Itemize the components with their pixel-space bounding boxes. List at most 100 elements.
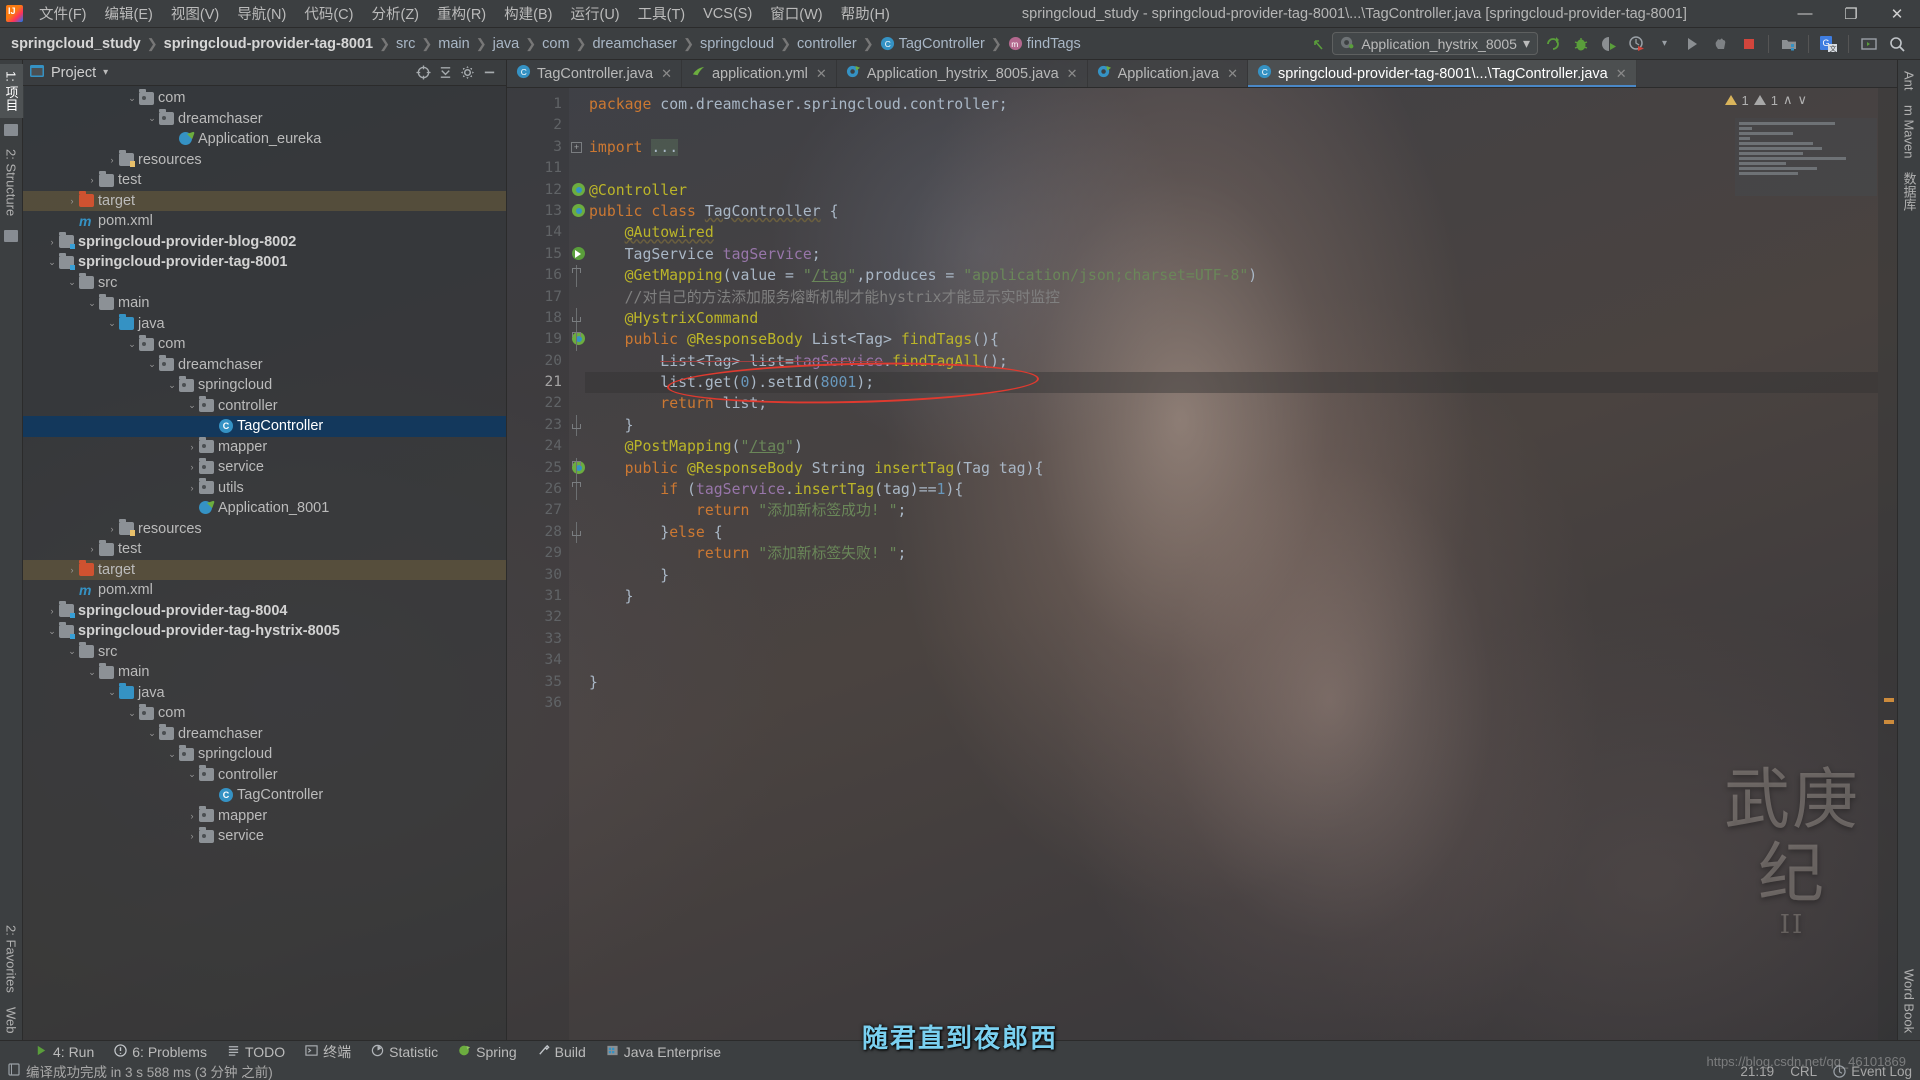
tool-tab-project[interactable]: 1: 项目 (0, 64, 24, 118)
line-number-16[interactable]: 16 (507, 265, 569, 286)
search-icon[interactable] (1883, 30, 1910, 57)
line-number-18[interactable]: 18 (507, 308, 569, 329)
tree-node-controller[interactable]: ⌄controller (23, 396, 506, 417)
tree-expand-arrow[interactable]: › (65, 565, 79, 575)
tree-node-java[interactable]: ⌄java (23, 314, 506, 335)
line-number-25[interactable]: 25 (507, 458, 569, 479)
code-line-31[interactable]: } (585, 586, 1878, 607)
menu-item-5[interactable]: 分析(Z) (362, 0, 428, 27)
coverage-icon[interactable] (1595, 30, 1622, 57)
tree-node-tagcontroller[interactable]: ·CTagController (23, 416, 506, 437)
tree-node-mapper[interactable]: ›mapper (23, 437, 506, 458)
tree-expand-arrow[interactable]: › (185, 831, 199, 841)
tree-node-com[interactable]: ⌄com (23, 334, 506, 355)
code-line-21[interactable]: list.get(0).setId(8001); (585, 372, 1878, 393)
fold-marker-18[interactable] (569, 308, 585, 329)
breadcrumb-item-dreamchaser[interactable]: dreamchaser (589, 34, 680, 54)
line-number-1[interactable]: 1 (507, 94, 569, 115)
tree-node-controller[interactable]: ⌄controller (23, 765, 506, 786)
code-line-19[interactable]: public @ResponseBody List<Tag> findTags(… (585, 329, 1878, 350)
tree-expand-arrow[interactable]: › (65, 196, 79, 206)
line-number-19[interactable]: 19 (507, 329, 569, 350)
tree-expand-arrow[interactable]: ⌄ (65, 277, 79, 288)
fold-marker-22[interactable] (569, 393, 585, 414)
code-line-25[interactable]: public @ResponseBody String insertTag(Ta… (585, 458, 1878, 479)
tree-expand-arrow[interactable]: ⌄ (145, 113, 159, 124)
tree-node-target[interactable]: ›target (23, 560, 506, 581)
tree-node-springcloud[interactable]: ⌄springcloud (23, 744, 506, 765)
tree-node-src[interactable]: ⌄src (23, 273, 506, 294)
code-line-28[interactable]: }else { (585, 522, 1878, 543)
fold-marker-21[interactable] (569, 372, 585, 393)
fold-marker-30[interactable] (569, 565, 585, 586)
run-icon[interactable] (1679, 30, 1706, 57)
fold-marker-36[interactable] (569, 693, 585, 714)
tool-tab-maven[interactable]: m Maven (1899, 98, 1920, 165)
line-number-29[interactable]: 29 (507, 543, 569, 564)
stop-icon[interactable] (1707, 30, 1734, 57)
menu-item-8[interactable]: 运行(U) (561, 0, 628, 27)
code-line-12[interactable]: @Controller (585, 180, 1878, 201)
editor-tab-3[interactable]: Application.java✕ (1088, 60, 1248, 87)
line-number-36[interactable]: 36 (507, 693, 569, 714)
tree-expand-arrow[interactable]: › (185, 442, 199, 452)
fold-region-cap[interactable] (572, 461, 581, 466)
tree-expand-arrow[interactable]: ⌄ (125, 93, 139, 104)
tree-node-dreamchaser[interactable]: ⌄dreamchaser (23, 109, 506, 130)
line-number-gutter[interactable]: 1231112131415161718192021222324252627282… (507, 88, 569, 1040)
tree-expand-arrow[interactable]: ⌄ (125, 339, 139, 350)
menu-item-7[interactable]: 构建(B) (495, 0, 561, 27)
menu-item-6[interactable]: 重构(R) (428, 0, 495, 27)
line-number-21[interactable]: 21 (507, 372, 569, 393)
line-number-20[interactable]: 20 (507, 351, 569, 372)
line-number-15[interactable]: 15 (507, 244, 569, 265)
fold-marker-12[interactable] (569, 180, 585, 201)
line-number-22[interactable]: 22 (507, 393, 569, 414)
line-number-13[interactable]: 13 (507, 201, 569, 222)
tree-node-com[interactable]: ⌄com (23, 703, 506, 724)
tree-node-service[interactable]: ›service (23, 457, 506, 478)
fold-marker-33[interactable] (569, 629, 585, 650)
tree-node-service[interactable]: ›service (23, 826, 506, 847)
fold-marker-19[interactable] (569, 329, 585, 350)
fold-marker-32[interactable] (569, 607, 585, 628)
editor-tab-0[interactable]: CTagController.java✕ (507, 60, 682, 87)
breadcrumb-item-com[interactable]: com (539, 34, 572, 54)
breadcrumb-item-main[interactable]: main (435, 34, 472, 54)
tree-expand-arrow[interactable]: › (185, 462, 199, 472)
fold-marker-14[interactable] (569, 222, 585, 243)
tree-node-application-eureka[interactable]: ·Application_eureka (23, 129, 506, 150)
code-line-2[interactable] (585, 115, 1878, 136)
menu-bar[interactable]: 文件(F)编辑(E)视图(V)导航(N)代码(C)分析(Z)重构(R)构建(B)… (30, 0, 899, 27)
tree-expand-arrow[interactable]: › (45, 606, 59, 616)
menu-item-10[interactable]: VCS(S) (694, 3, 761, 25)
breadcrumb-item-springcloud[interactable]: springcloud (697, 34, 777, 54)
tree-expand-arrow[interactable]: › (185, 483, 199, 493)
code-line-15[interactable]: TagService tagService; (585, 244, 1878, 265)
tree-expand-arrow[interactable]: · (185, 503, 199, 513)
breadcrumb-item-springcloud-study[interactable]: springcloud_study (8, 34, 144, 54)
minimize-button[interactable]: — (1782, 0, 1828, 28)
tool-tab-favorites[interactable]: 2: Favorites (1, 918, 22, 1000)
tree-node-resources[interactable]: ›resources (23, 150, 506, 171)
menu-item-4[interactable]: 代码(C) (295, 0, 362, 27)
tree-node-resources[interactable]: ›resources (23, 519, 506, 540)
breadcrumb[interactable]: springcloud_study❯springcloud-provider-t… (8, 34, 1084, 54)
line-number-3[interactable]: 3 (507, 137, 569, 158)
translate-icon[interactable]: G文 (1815, 30, 1842, 57)
editor-tab-1[interactable]: application.yml✕ (682, 60, 837, 87)
fold-marker-29[interactable] (569, 543, 585, 564)
fold-marker-34[interactable] (569, 650, 585, 671)
code-line-26[interactable]: if (tagService.insertTag(tag)==1){ (585, 479, 1878, 500)
tree-expand-arrow[interactable]: ⌄ (105, 318, 119, 329)
close-tab-icon[interactable]: ✕ (816, 66, 827, 82)
close-tab-icon[interactable]: ✕ (661, 66, 672, 82)
maximize-button[interactable]: ❐ (1828, 0, 1874, 28)
tree-expand-arrow[interactable]: › (185, 811, 199, 821)
tree-node-pom-xml[interactable]: ·mpom.xml (23, 580, 506, 601)
fold-region-cap[interactable] (572, 317, 581, 322)
tree-expand-arrow[interactable]: · (205, 421, 219, 431)
tree-node-test[interactable]: ›test (23, 170, 506, 191)
code-line-17[interactable]: //对自己的方法添加服务熔断机制才能hystrix才能显示实时监控 (585, 287, 1878, 308)
stripe-warning-mark[interactable] (1884, 698, 1894, 702)
